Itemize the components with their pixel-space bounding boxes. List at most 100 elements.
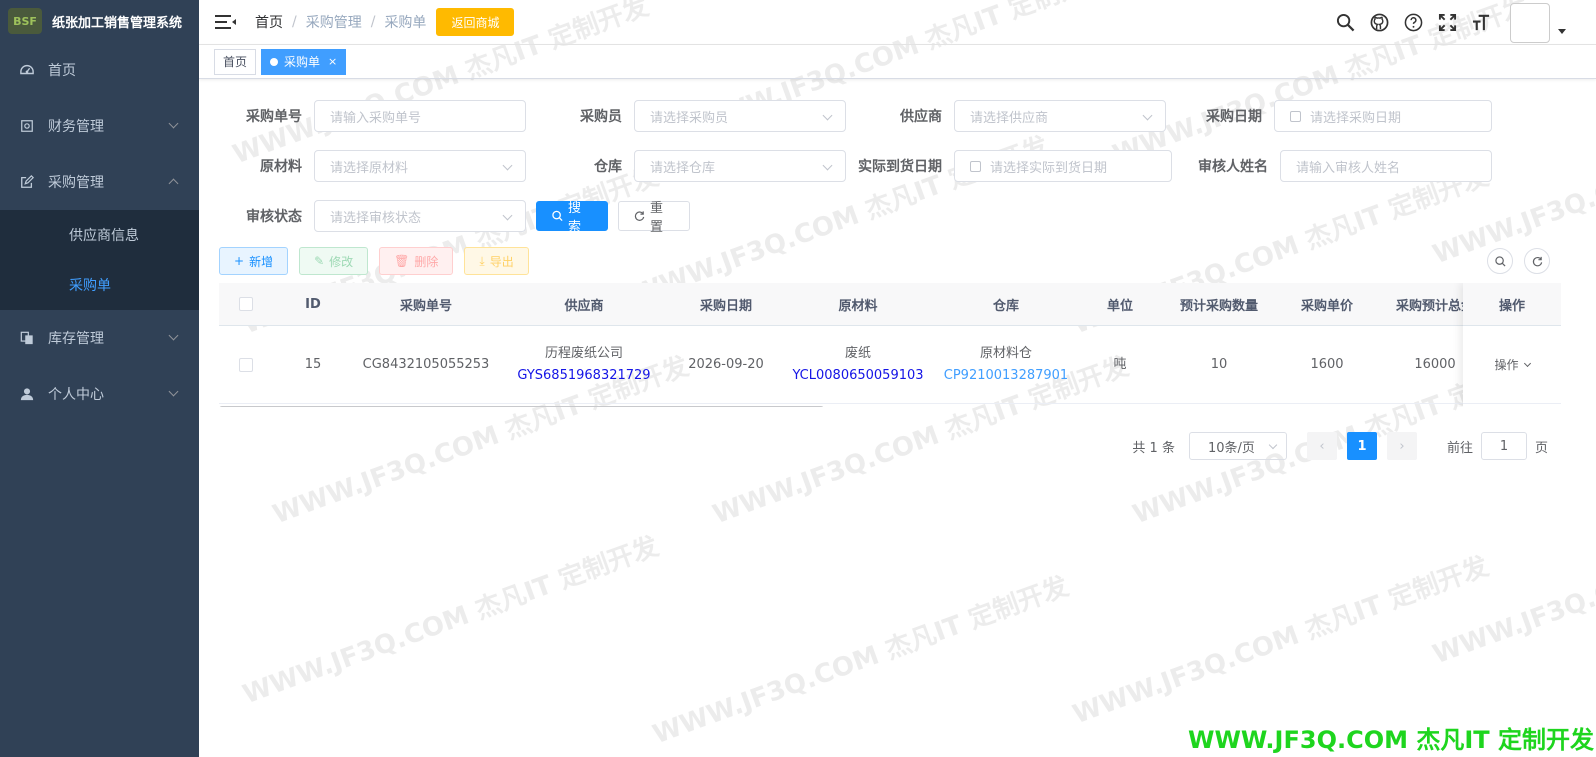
question-icon[interactable] — [1403, 13, 1423, 33]
buyer-label: 采购员 — [580, 109, 622, 125]
page-size-select[interactable]: 10条/页 — [1188, 432, 1287, 460]
delete-button[interactable]: 🗑 删除 — [379, 247, 454, 275]
avatar[interactable] — [1510, 2, 1550, 43]
search-icon[interactable] — [1335, 13, 1355, 33]
warehouse-label: 仓库 — [594, 159, 622, 175]
purchase-date-label: 采购日期 — [1206, 109, 1262, 125]
sidebar-item-supplier-info[interactable]: 供应商信息 — [0, 210, 199, 260]
breadcrumb-purchase[interactable]: 采购管理 — [306, 12, 362, 32]
sidebar-item-finance[interactable]: 财务管理 — [0, 98, 199, 154]
buyer-select[interactable]: 请选择采购员 — [634, 100, 846, 132]
edit-button[interactable]: ✎ 修改 — [299, 247, 369, 275]
reviewer-input[interactable]: 请输入审核人姓名 — [1280, 150, 1492, 182]
material-code-link[interactable]: YCL0080650059103 — [783, 365, 933, 387]
edit-icon: ✎ — [314, 254, 325, 268]
material-name: 废纸 — [844, 345, 871, 361]
breadcrumb-home[interactable]: 首页 — [255, 12, 283, 32]
page-number-active[interactable]: 1 — [1346, 432, 1377, 460]
goto-page-input[interactable]: 1 — [1480, 432, 1527, 460]
column-header[interactable]: 采购单号 — [353, 295, 499, 314]
placeholder: 请选择仓库 — [650, 160, 716, 176]
pagination: 共 1 条 10条/页 ‹ 1 › 前往 1 页 — [1132, 432, 1548, 460]
close-icon[interactable]: × — [328, 55, 337, 68]
material-select[interactable]: 请选择原材料 — [314, 150, 526, 182]
table-header: ID 采购单号 供应商 采购日期 原材料 仓库 单位 预计采购数量 采购单价 采… — [219, 283, 1561, 326]
back-to-mall-button[interactable]: 返回商城 — [436, 8, 515, 36]
horizontal-scrollbar[interactable] — [219, 406, 824, 407]
cell-material: 废纸 YCL0080650059103 — [783, 343, 933, 387]
purchase-date-picker[interactable]: 请选择采购日期 — [1274, 100, 1492, 132]
column-header[interactable]: 原材料 — [783, 295, 933, 314]
prev-page-button[interactable]: ‹ — [1306, 432, 1337, 460]
review-status-select[interactable]: 请选择审核状态 — [314, 200, 526, 232]
sidebar-item-purchase-order[interactable]: 采购单 — [0, 260, 199, 310]
export-button-label: 导出 — [489, 254, 514, 269]
active-dot-icon — [270, 57, 279, 66]
warehouse-name: 原材料仓 — [979, 345, 1032, 361]
edit-icon — [21, 175, 34, 188]
chevron-down-icon — [502, 210, 513, 221]
warehouse-select[interactable]: 请选择仓库 — [634, 150, 846, 182]
plus-icon: + — [234, 254, 245, 268]
placeholder: 请选择实际到货日期 — [990, 160, 1108, 176]
supplier-code-link[interactable]: GYS6851968321729 — [499, 365, 669, 387]
supplier-select[interactable]: 请选择供应商 — [954, 100, 1166, 132]
column-header[interactable]: 仓库 — [933, 295, 1079, 314]
refresh-button[interactable] — [1524, 248, 1550, 274]
total-count: 共 1 条 — [1132, 440, 1175, 456]
finance-icon — [21, 120, 33, 132]
navbar-tools — [1328, 0, 1566, 45]
search-icon — [552, 210, 563, 222]
chevron-down-icon — [168, 330, 179, 341]
column-header[interactable]: 采购日期 — [669, 295, 783, 314]
sidebar-item-profile[interactable]: 个人中心 — [0, 366, 199, 422]
review-status-label: 审核状态 — [246, 209, 302, 225]
arrival-date-picker[interactable]: 请选择实际到货日期 — [954, 150, 1172, 182]
copy-icon — [20, 331, 33, 345]
edit-button-label: 修改 — [329, 254, 354, 269]
cell-supplier: 历程废纸公司 GYS6851968321729 — [499, 343, 669, 387]
cell-date: 2026-09-20 — [688, 356, 764, 372]
reset-button-label: 重置 — [650, 201, 664, 235]
sidebar-item-inventory[interactable]: 库存管理 — [0, 310, 199, 366]
reviewer-label: 审核人姓名 — [1198, 159, 1268, 175]
hamburger-icon[interactable] — [215, 14, 236, 30]
github-icon[interactable] — [1369, 13, 1389, 33]
column-header[interactable]: 供应商 — [499, 295, 669, 314]
reset-button[interactable]: 重置 — [618, 201, 690, 235]
tag-purchase-order[interactable]: 采购单 × — [261, 48, 347, 75]
purchase-order-table: ID 采购单号 供应商 采购日期 原材料 仓库 单位 预计采购数量 采购单价 采… — [219, 283, 1561, 407]
cell-id: 15 — [304, 356, 322, 372]
row-checkbox[interactable] — [239, 357, 253, 372]
search-button[interactable]: 搜索 — [536, 201, 608, 235]
cell-warehouse: 原材料仓 CP9210013287901 — [933, 343, 1079, 387]
column-header[interactable]: 单位 — [1079, 295, 1161, 314]
select-all-checkbox[interactable] — [239, 297, 253, 311]
search-button-label: 搜索 — [568, 201, 582, 235]
material-label: 原材料 — [260, 159, 302, 175]
order-no-input[interactable]: 请输入采购单号 — [314, 100, 526, 132]
sidebar-item-label: 首页 — [48, 63, 76, 79]
export-button[interactable]: ⤓ 导出 — [464, 247, 529, 275]
cell-quantity: 10 — [1210, 356, 1228, 372]
caret-down-icon[interactable] — [1558, 29, 1566, 34]
chevron-down-icon — [822, 110, 833, 121]
next-page-button[interactable]: › — [1386, 432, 1417, 460]
toggle-search-button[interactable] — [1487, 248, 1513, 274]
breadcrumb: 首页 / 采购管理 / 采购单 — [255, 12, 426, 32]
font-size-icon[interactable] — [1471, 13, 1491, 33]
column-header[interactable]: ID — [273, 297, 353, 312]
fullscreen-icon[interactable] — [1437, 13, 1457, 33]
delete-button-label: 删除 — [414, 254, 439, 269]
column-header[interactable]: 采购单价 — [1277, 295, 1377, 314]
column-header[interactable]: 预计采购数量 — [1161, 295, 1277, 314]
action-label: 操作 — [1494, 358, 1519, 372]
table-row[interactable]: 15 CG8432105055253 历程废纸公司 GYS68519683217… — [219, 326, 1561, 404]
add-button[interactable]: + 新增 — [219, 247, 289, 275]
sidebar-item-purchase[interactable]: 采购管理 — [0, 154, 199, 210]
add-button-label: 新增 — [249, 254, 274, 269]
sidebar-item-home[interactable]: 首页 — [0, 42, 199, 98]
row-action-dropdown[interactable]: 操作 — [1494, 356, 1531, 373]
warehouse-code-link[interactable]: CP9210013287901 — [933, 365, 1079, 387]
tag-home[interactable]: 首页 — [214, 48, 257, 75]
